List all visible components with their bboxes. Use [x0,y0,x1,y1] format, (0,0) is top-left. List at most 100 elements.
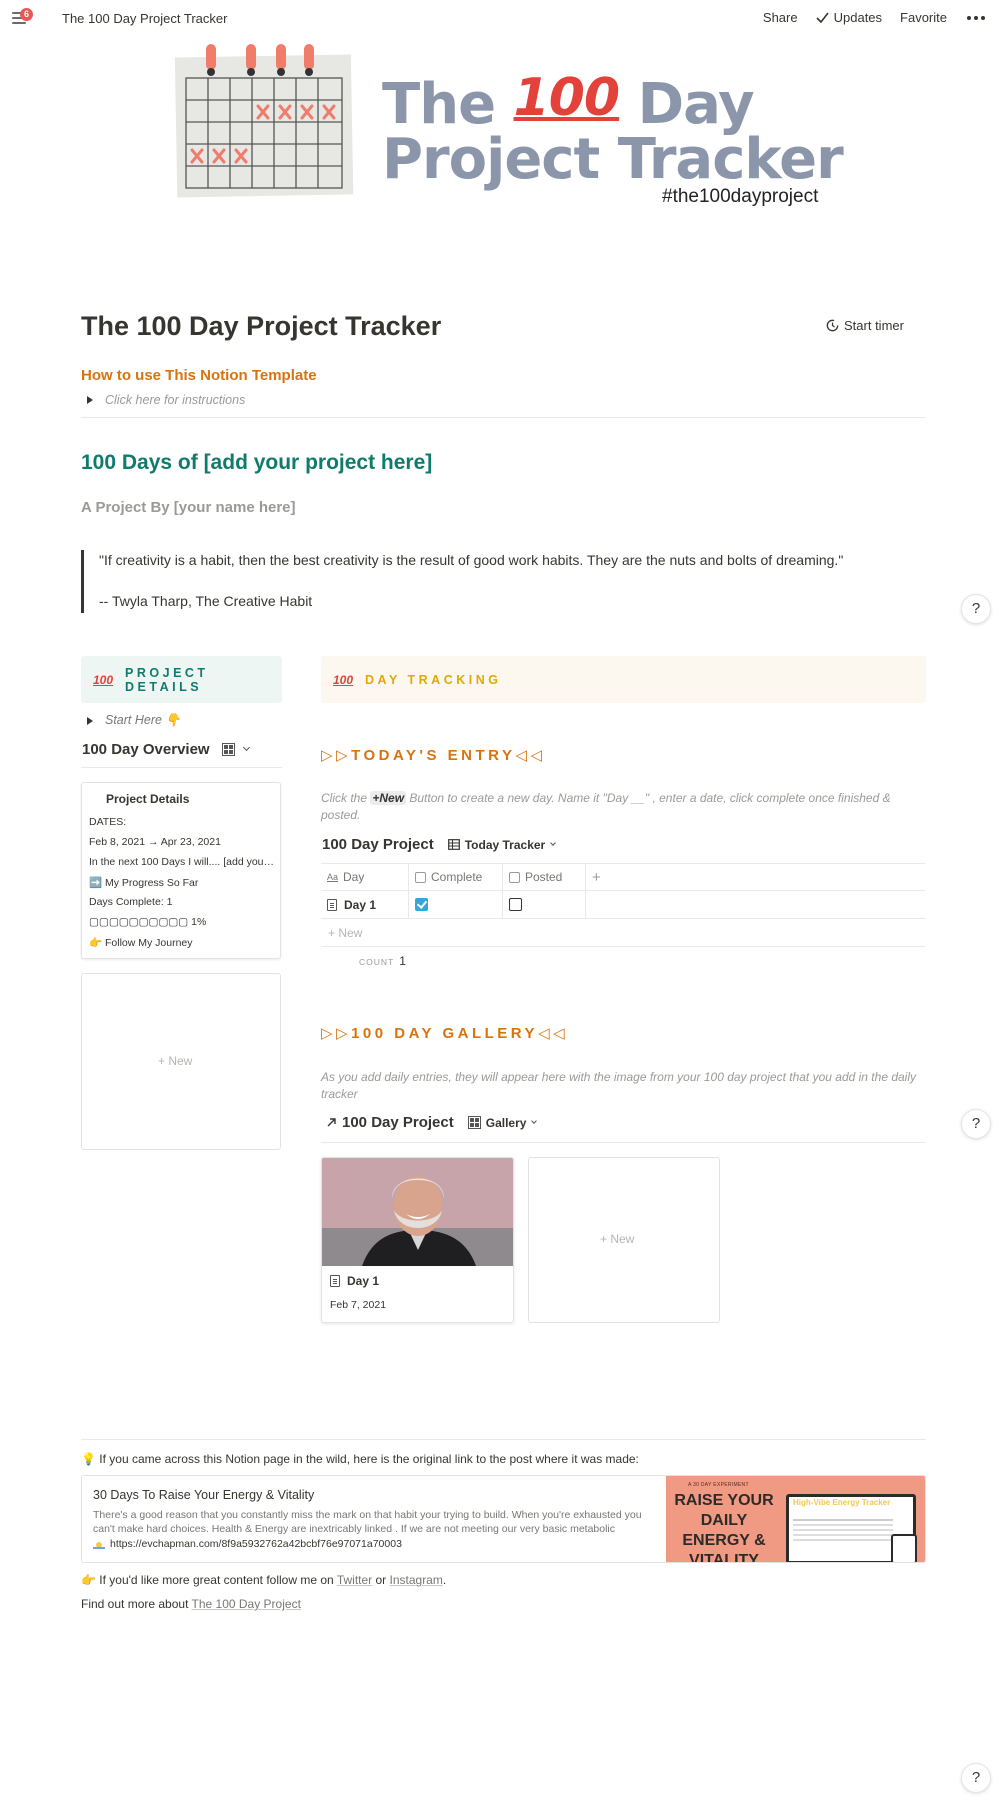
gallery-db-title[interactable]: 100 Day Project Gallery [326,1114,538,1131]
tracker-title-text: 100 Day Project [322,836,434,853]
start-here-toggle[interactable]: Start Here 👇 [87,713,181,728]
card-property: 👉 Follow My Journey [89,937,193,949]
bookmark-block[interactable]: 30 Days To Raise Your Energy & Vitality … [81,1475,926,1563]
share-button[interactable]: Share [763,10,798,25]
find-out-line: Find out more about The 100 Day Project [81,1597,301,1611]
bookmark-description: There's a good reason that you constantl… [93,1509,642,1535]
new-row[interactable]: + New [321,919,925,947]
table-header-row: Aa Day Complete Posted + [321,863,925,891]
more-options-icon[interactable] [967,15,985,20]
view-switcher[interactable]: Gallery [467,1115,538,1130]
card-property: In the next 100 Days I will.... [add you… [89,856,275,868]
origin-callout-text: 💡 If you came across this Notion page in… [81,1452,639,1466]
instructions-toggle[interactable]: Click here for instructions [87,393,245,407]
count-summary[interactable]: COUNT 1 [359,954,406,968]
quote-author: -- Twyla Tharp, The Creative Habit [99,593,313,609]
linked-db-arrow-icon [327,1118,336,1127]
column-header-day[interactable]: Aa Day [321,864,409,890]
project-link[interactable]: The 100 Day Project [192,1597,301,1611]
chevron-down-icon[interactable] [531,1117,538,1124]
toggle-arrow-icon[interactable] [87,716,93,725]
portrait-photo [322,1158,513,1266]
instructions-toggle-label: Click here for instructions [105,393,246,407]
view-name: Gallery [485,1115,527,1130]
help-button[interactable]: ? [961,594,991,624]
thumbnail-text: RAISE YOUR DAILY ENERGY & VITALITY [674,1492,774,1563]
checkbox-property-icon [415,871,426,883]
new-card-label: + New [158,1054,193,1068]
start-timer-button[interactable]: Start timer [826,318,904,333]
column-header-posted[interactable]: Posted [503,864,586,890]
chevron-down-icon[interactable] [242,743,250,752]
checkbox-property-icon [509,871,520,883]
twitter-link[interactable]: Twitter [337,1573,372,1587]
posted-cell[interactable] [503,891,586,918]
overview-title-text: 100 Day Overview [82,741,210,758]
quote-text: "If creativity is a habit, then the best… [99,552,844,568]
breadcrumb-page-title[interactable]: The 100 Day Project Tracker [62,11,227,26]
updates-label: Updates [833,10,883,25]
gallery-card-date: Feb 7, 2021 [330,1299,387,1311]
cover-hashtag: #the100dayproject [662,186,819,207]
card-property: Feb 8, 2021 → Apr 23, 2021 [89,836,221,848]
updates-button[interactable]: Updates [816,10,882,25]
divider [81,1439,926,1440]
gallery-card-title: Day 1 [330,1274,379,1288]
progress-bar-text: ▢▢▢▢▢▢▢▢▢▢ 1% [89,916,207,928]
card-property: ➡️ My Progress So Far [89,877,199,889]
tracker-db-title[interactable]: 100 Day Project Today Tracker [322,836,557,853]
new-card-label: + New [600,1232,635,1246]
divider [81,767,282,768]
table-row[interactable]: Day 1 [321,891,925,919]
check-icon [816,12,829,23]
gallery-card[interactable]: Day 1 Feb 7, 2021 [321,1157,514,1323]
view-switcher[interactable]: Today Tracker [447,837,557,852]
complete-checkbox[interactable] [415,898,428,911]
follow-line: 👉 If you'd like more great content follo… [81,1573,447,1587]
callout-label: DAY TRACKING [365,672,502,687]
help-button[interactable]: ? [961,1109,991,1139]
hundred-emoji: 100 [93,672,114,687]
card-property: DATES: [89,816,127,828]
favorite-button[interactable]: Favorite [900,10,947,25]
add-column-button[interactable]: + [586,864,616,890]
help-button[interactable]: ? [961,1763,991,1793]
instagram-link[interactable]: Instagram [390,1573,443,1587]
card-title: Project Details [106,792,190,806]
text-property-icon: Aa [327,872,339,882]
new-card-placeholder[interactable]: + New [81,973,281,1150]
gallery-view-icon[interactable] [221,743,235,756]
bookmark-title: 30 Days To Raise Your Energy & Vitality [93,1488,315,1502]
posted-checkbox[interactable] [509,898,522,911]
divider [81,417,926,418]
cover-title: The 100 Day Project Tracker [382,68,844,192]
gallery-view-icon [467,1116,481,1129]
overview-db-title[interactable]: 100 Day Overview [82,741,250,758]
new-row-label: + New [328,926,363,940]
todays-entry-heading: ▷▷TODAY'S ENTRY◁◁ [321,747,546,764]
hundred-emoji: 100 [333,672,354,687]
complete-cell[interactable] [409,891,503,918]
new-card-placeholder[interactable]: + New [528,1157,720,1323]
tracker-hint: Click the +New Button to create a new da… [321,791,891,822]
toggle-arrow-icon[interactable] [87,396,93,404]
table-view-icon [447,839,460,850]
view-name: Today Tracker [464,837,546,852]
chevron-down-icon[interactable] [550,839,557,846]
count-label: COUNT [359,957,395,967]
hundred-emoji: 100 [513,68,621,128]
thumbnail-brand: High-Vibe Energy Tracker [793,1498,891,1507]
quote-block: "If creativity is a habit, then the best… [81,550,921,613]
thumbnail-kicker: A 30 DAY EXPERIMENT [688,1482,749,1488]
notification-badge: 6 [20,8,33,21]
day-cell[interactable]: Day 1 [321,891,409,918]
page-title[interactable]: The 100 Day Project Tracker [81,311,441,342]
gallery-hint: As you add daily entries, they will appe… [321,1070,917,1101]
gallery-title-text: 100 Day Project [342,1114,454,1131]
calendar-illustration-icon [174,44,354,198]
start-timer-label: Start timer [844,318,904,333]
start-here-label: Start Here 👇 [105,713,182,727]
callout-label: PROJECT DETAILS [125,665,209,694]
project-details-card[interactable]: Project Details DATES: Feb 8, 2021 → Apr… [81,782,281,959]
column-header-complete[interactable]: Complete [409,864,503,890]
